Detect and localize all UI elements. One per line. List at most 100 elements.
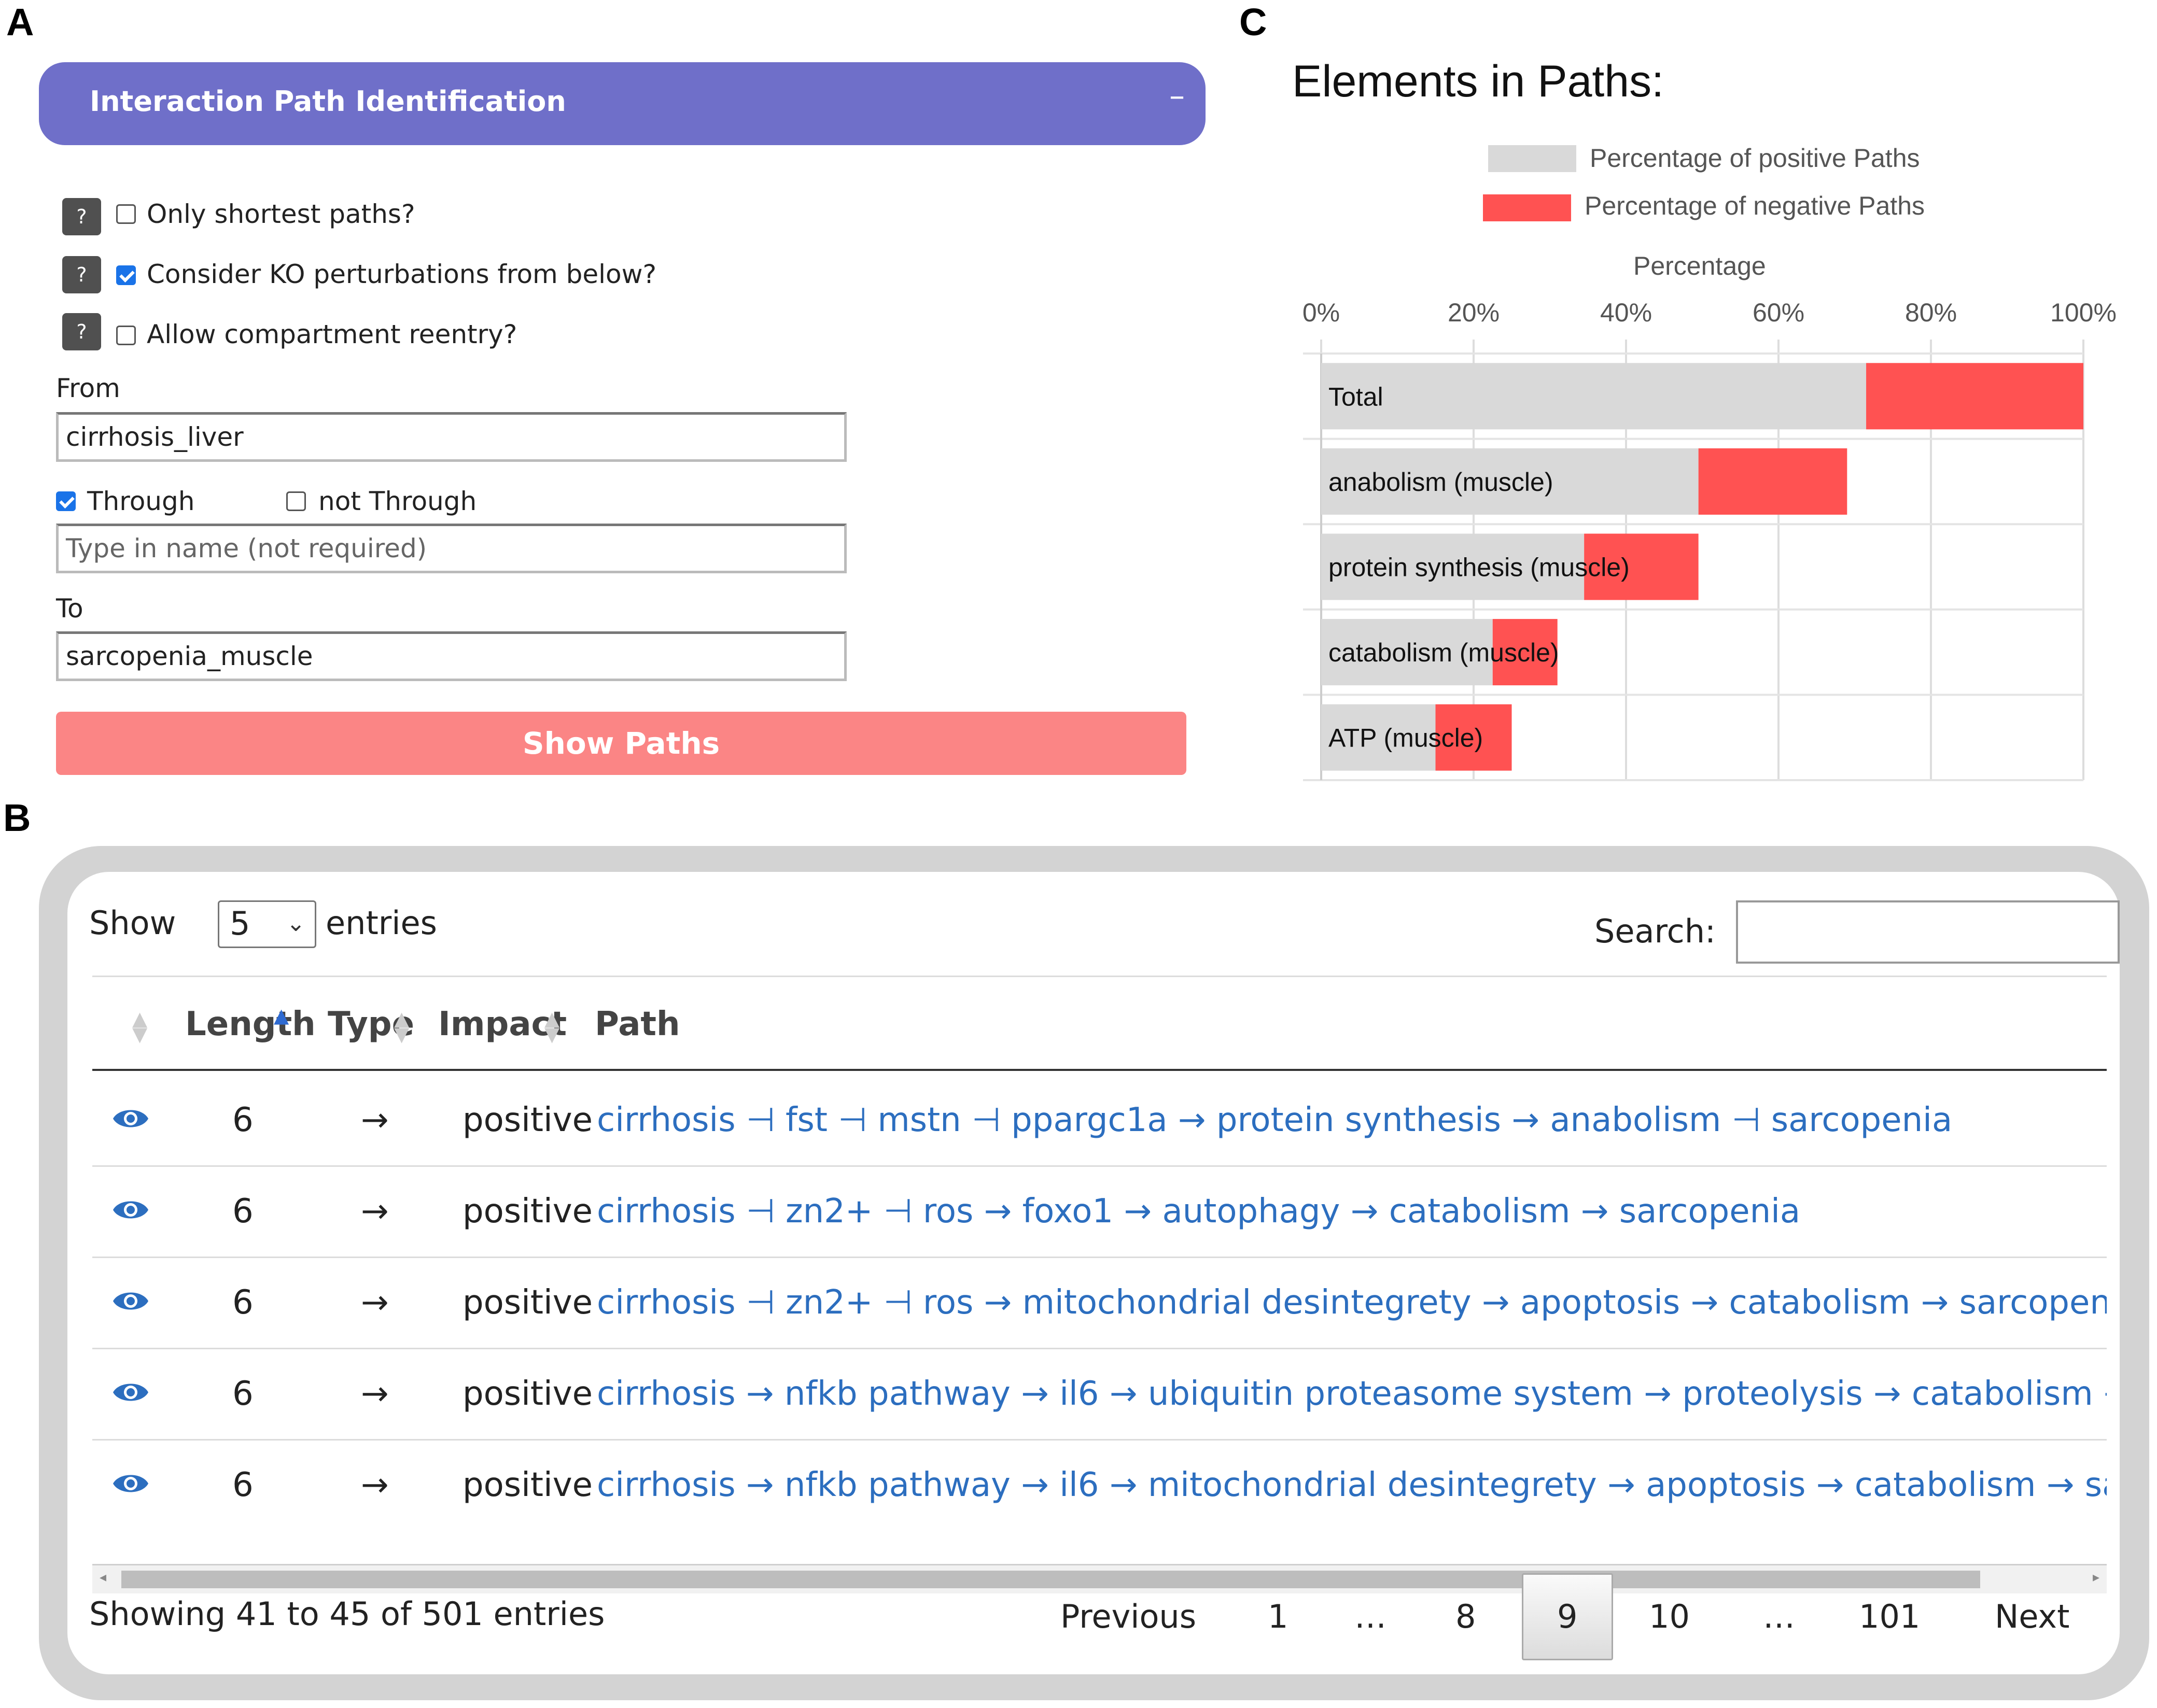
entries-select-value: 5 bbox=[230, 905, 250, 942]
table-row: 6 → positive cirrhosis → nfkb pathway → il6… bbox=[92, 1440, 2107, 1531]
pagination-previous[interactable]: Previous bbox=[1060, 1598, 1196, 1635]
search-label: Search: bbox=[1594, 912, 1716, 950]
table-info: Showing 41 to 45 of 501 entries bbox=[89, 1595, 605, 1633]
cell-type: → bbox=[361, 1101, 389, 1139]
cell-type: → bbox=[361, 1375, 389, 1413]
ko-perturbations-label: Consider KO perturbations from below? bbox=[147, 259, 657, 289]
from-label: From bbox=[56, 373, 120, 403]
cell-type: → bbox=[361, 1192, 389, 1231]
cell-type: → bbox=[361, 1466, 389, 1504]
paths-table-widget: Show 5 ⌄ entries Search: ▲ ▼ Length ▲ Typ… bbox=[67, 872, 2120, 1674]
cell-path-link[interactable]: cirrhosis ⊣ fst ⊣ mstn ⊣ ppargc1a → prot… bbox=[597, 1101, 2107, 1139]
entries-label: entries bbox=[326, 904, 437, 942]
eye-icon[interactable] bbox=[112, 1379, 149, 1406]
pagination-page-9[interactable]: 9 bbox=[1557, 1598, 1577, 1635]
to-label: To bbox=[56, 594, 83, 624]
not-through-label: not Through bbox=[318, 486, 477, 516]
eye-icon[interactable] bbox=[112, 1196, 149, 1223]
sort-icon[interactable]: ▲ ▼ bbox=[132, 1009, 147, 1044]
x-tick-label: 100% bbox=[2050, 298, 2117, 327]
sort-ascending-icon[interactable]: ▲ bbox=[274, 1006, 289, 1025]
pagination-page-10[interactable]: 10 bbox=[1649, 1598, 1690, 1635]
through-input[interactable]: Type in name (not required) bbox=[56, 524, 847, 573]
x-tick-label: 0% bbox=[1302, 298, 1340, 327]
cell-impact: positive bbox=[463, 1375, 593, 1413]
to-input[interactable]: sarcopenia_muscle bbox=[56, 631, 847, 681]
scrollbar-thumb[interactable] bbox=[121, 1571, 1980, 1588]
pagination-page-8[interactable]: 8 bbox=[1455, 1598, 1476, 1635]
cell-path-link[interactable]: cirrhosis ⊣ zn2+ ⊣ ros → mitochondrial d… bbox=[597, 1283, 2107, 1322]
cell-impact: positive bbox=[463, 1101, 593, 1139]
eye-icon[interactable] bbox=[112, 1105, 149, 1132]
table-row: 6 → positive cirrhosis → nfkb pathway → il6… bbox=[92, 1349, 2107, 1440]
table-row: 6 → positive cirrhosis ⊣ zn2+ ⊣ ros → mitoc… bbox=[92, 1258, 2107, 1349]
shortest-paths-checkbox[interactable] bbox=[116, 204, 136, 224]
category-label: ATP (muscle) bbox=[1328, 724, 1483, 753]
category-label: catabolism (muscle) bbox=[1328, 638, 1559, 667]
bar-negative bbox=[1866, 363, 2083, 430]
header-top-divider bbox=[92, 976, 2107, 977]
through-checkbox[interactable] bbox=[56, 491, 76, 511]
cell-path-link[interactable]: cirrhosis ⊣ zn2+ ⊣ ros → foxo1 → autopha… bbox=[597, 1192, 2107, 1231]
cell-length: 6 bbox=[232, 1375, 254, 1413]
path-identification-form: Interaction Path Identification – ? Only… bbox=[0, 0, 1224, 809]
help-button[interactable]: ? bbox=[62, 256, 101, 293]
eye-icon[interactable] bbox=[112, 1470, 149, 1497]
column-header-path[interactable]: Path bbox=[595, 1005, 680, 1043]
chevron-down-icon: ⌄ bbox=[286, 910, 305, 937]
cell-impact: positive bbox=[463, 1283, 593, 1322]
pagination-ellipsis: … bbox=[1763, 1598, 1795, 1635]
shortest-paths-label: Only shortest paths? bbox=[147, 199, 415, 229]
help-button[interactable]: ? bbox=[62, 198, 101, 235]
column-header-length[interactable]: Length bbox=[185, 1005, 316, 1043]
help-button[interactable]: ? bbox=[62, 313, 101, 350]
bar-positive bbox=[1321, 363, 1867, 430]
elements-chart-panel: Elements in Paths: Percentage of positiv… bbox=[1234, 0, 2157, 809]
ko-perturbations-checkbox[interactable] bbox=[116, 265, 136, 285]
form-header[interactable]: Interaction Path Identification – bbox=[39, 62, 1206, 145]
scroll-right-icon[interactable]: ▸ bbox=[2093, 1570, 2099, 1585]
entries-select[interactable]: 5 ⌄ bbox=[218, 900, 316, 948]
compartment-reentry-label: Allow compartment reentry? bbox=[147, 319, 517, 349]
pagination-next[interactable]: Next bbox=[1995, 1598, 2069, 1635]
cell-impact: positive bbox=[463, 1192, 593, 1231]
show-label: Show bbox=[89, 904, 176, 942]
cell-path-link[interactable]: cirrhosis → nfkb pathway → il6 → ubiquit… bbox=[597, 1375, 2107, 1413]
through-label: Through bbox=[87, 486, 195, 516]
from-input[interactable]: cirrhosis_liver bbox=[56, 412, 847, 462]
sort-icon[interactable]: ▲ ▼ bbox=[394, 1009, 409, 1044]
table-row: 6 → positive cirrhosis ⊣ zn2+ ⊣ ros → foxo1… bbox=[92, 1166, 2107, 1258]
cell-length: 6 bbox=[232, 1466, 254, 1504]
eye-icon[interactable] bbox=[112, 1288, 149, 1315]
search-input[interactable] bbox=[1736, 900, 2120, 964]
form-header-title: Interaction Path Identification bbox=[90, 85, 566, 118]
paths-table-frame: Show 5 ⌄ entries Search: ▲ ▼ Length ▲ Typ… bbox=[39, 846, 2149, 1700]
cell-path-link[interactable]: cirrhosis → nfkb pathway → il6 → mitocho… bbox=[597, 1466, 2107, 1504]
x-tick-label: 80% bbox=[1905, 298, 1957, 327]
cell-length: 6 bbox=[232, 1192, 254, 1231]
pagination-page-101[interactable]: 101 bbox=[1859, 1598, 1920, 1635]
pagination-ellipsis: … bbox=[1354, 1598, 1386, 1635]
collapse-icon[interactable]: – bbox=[1169, 78, 1185, 114]
sort-icon[interactable]: ▲ ▼ bbox=[544, 1009, 559, 1044]
x-tick-label: 40% bbox=[1600, 298, 1652, 327]
bar-chart: 0% 20% 40% 60% 80% 100% Total anabolism (muscle… bbox=[1302, 298, 2117, 781]
scroll-left-icon[interactable]: ◂ bbox=[100, 1570, 106, 1585]
cell-length: 6 bbox=[232, 1283, 254, 1322]
pagination-page-1[interactable]: 1 bbox=[1268, 1598, 1288, 1635]
cell-length: 6 bbox=[232, 1101, 254, 1139]
cell-type: → bbox=[361, 1283, 389, 1322]
not-through-checkbox[interactable] bbox=[286, 491, 306, 511]
horizontal-scrollbar[interactable]: ◂ ▸ bbox=[92, 1564, 2107, 1593]
table-row: 6 → positive cirrhosis ⊣ fst ⊣ mstn ⊣ pparg… bbox=[92, 1075, 2107, 1166]
x-tick-label: 60% bbox=[1753, 298, 1804, 327]
show-paths-button[interactable]: Show Paths bbox=[56, 712, 1186, 775]
compartment-reentry-checkbox[interactable] bbox=[116, 326, 136, 345]
x-tick-label: 20% bbox=[1448, 298, 1500, 327]
cell-impact: positive bbox=[463, 1466, 593, 1504]
category-label: Total bbox=[1328, 382, 1383, 411]
category-label: anabolism (muscle) bbox=[1328, 468, 1553, 497]
bar-negative bbox=[1698, 448, 1847, 515]
header-bottom-divider bbox=[92, 1069, 2107, 1071]
category-label: protein synthesis (muscle) bbox=[1328, 553, 1630, 582]
